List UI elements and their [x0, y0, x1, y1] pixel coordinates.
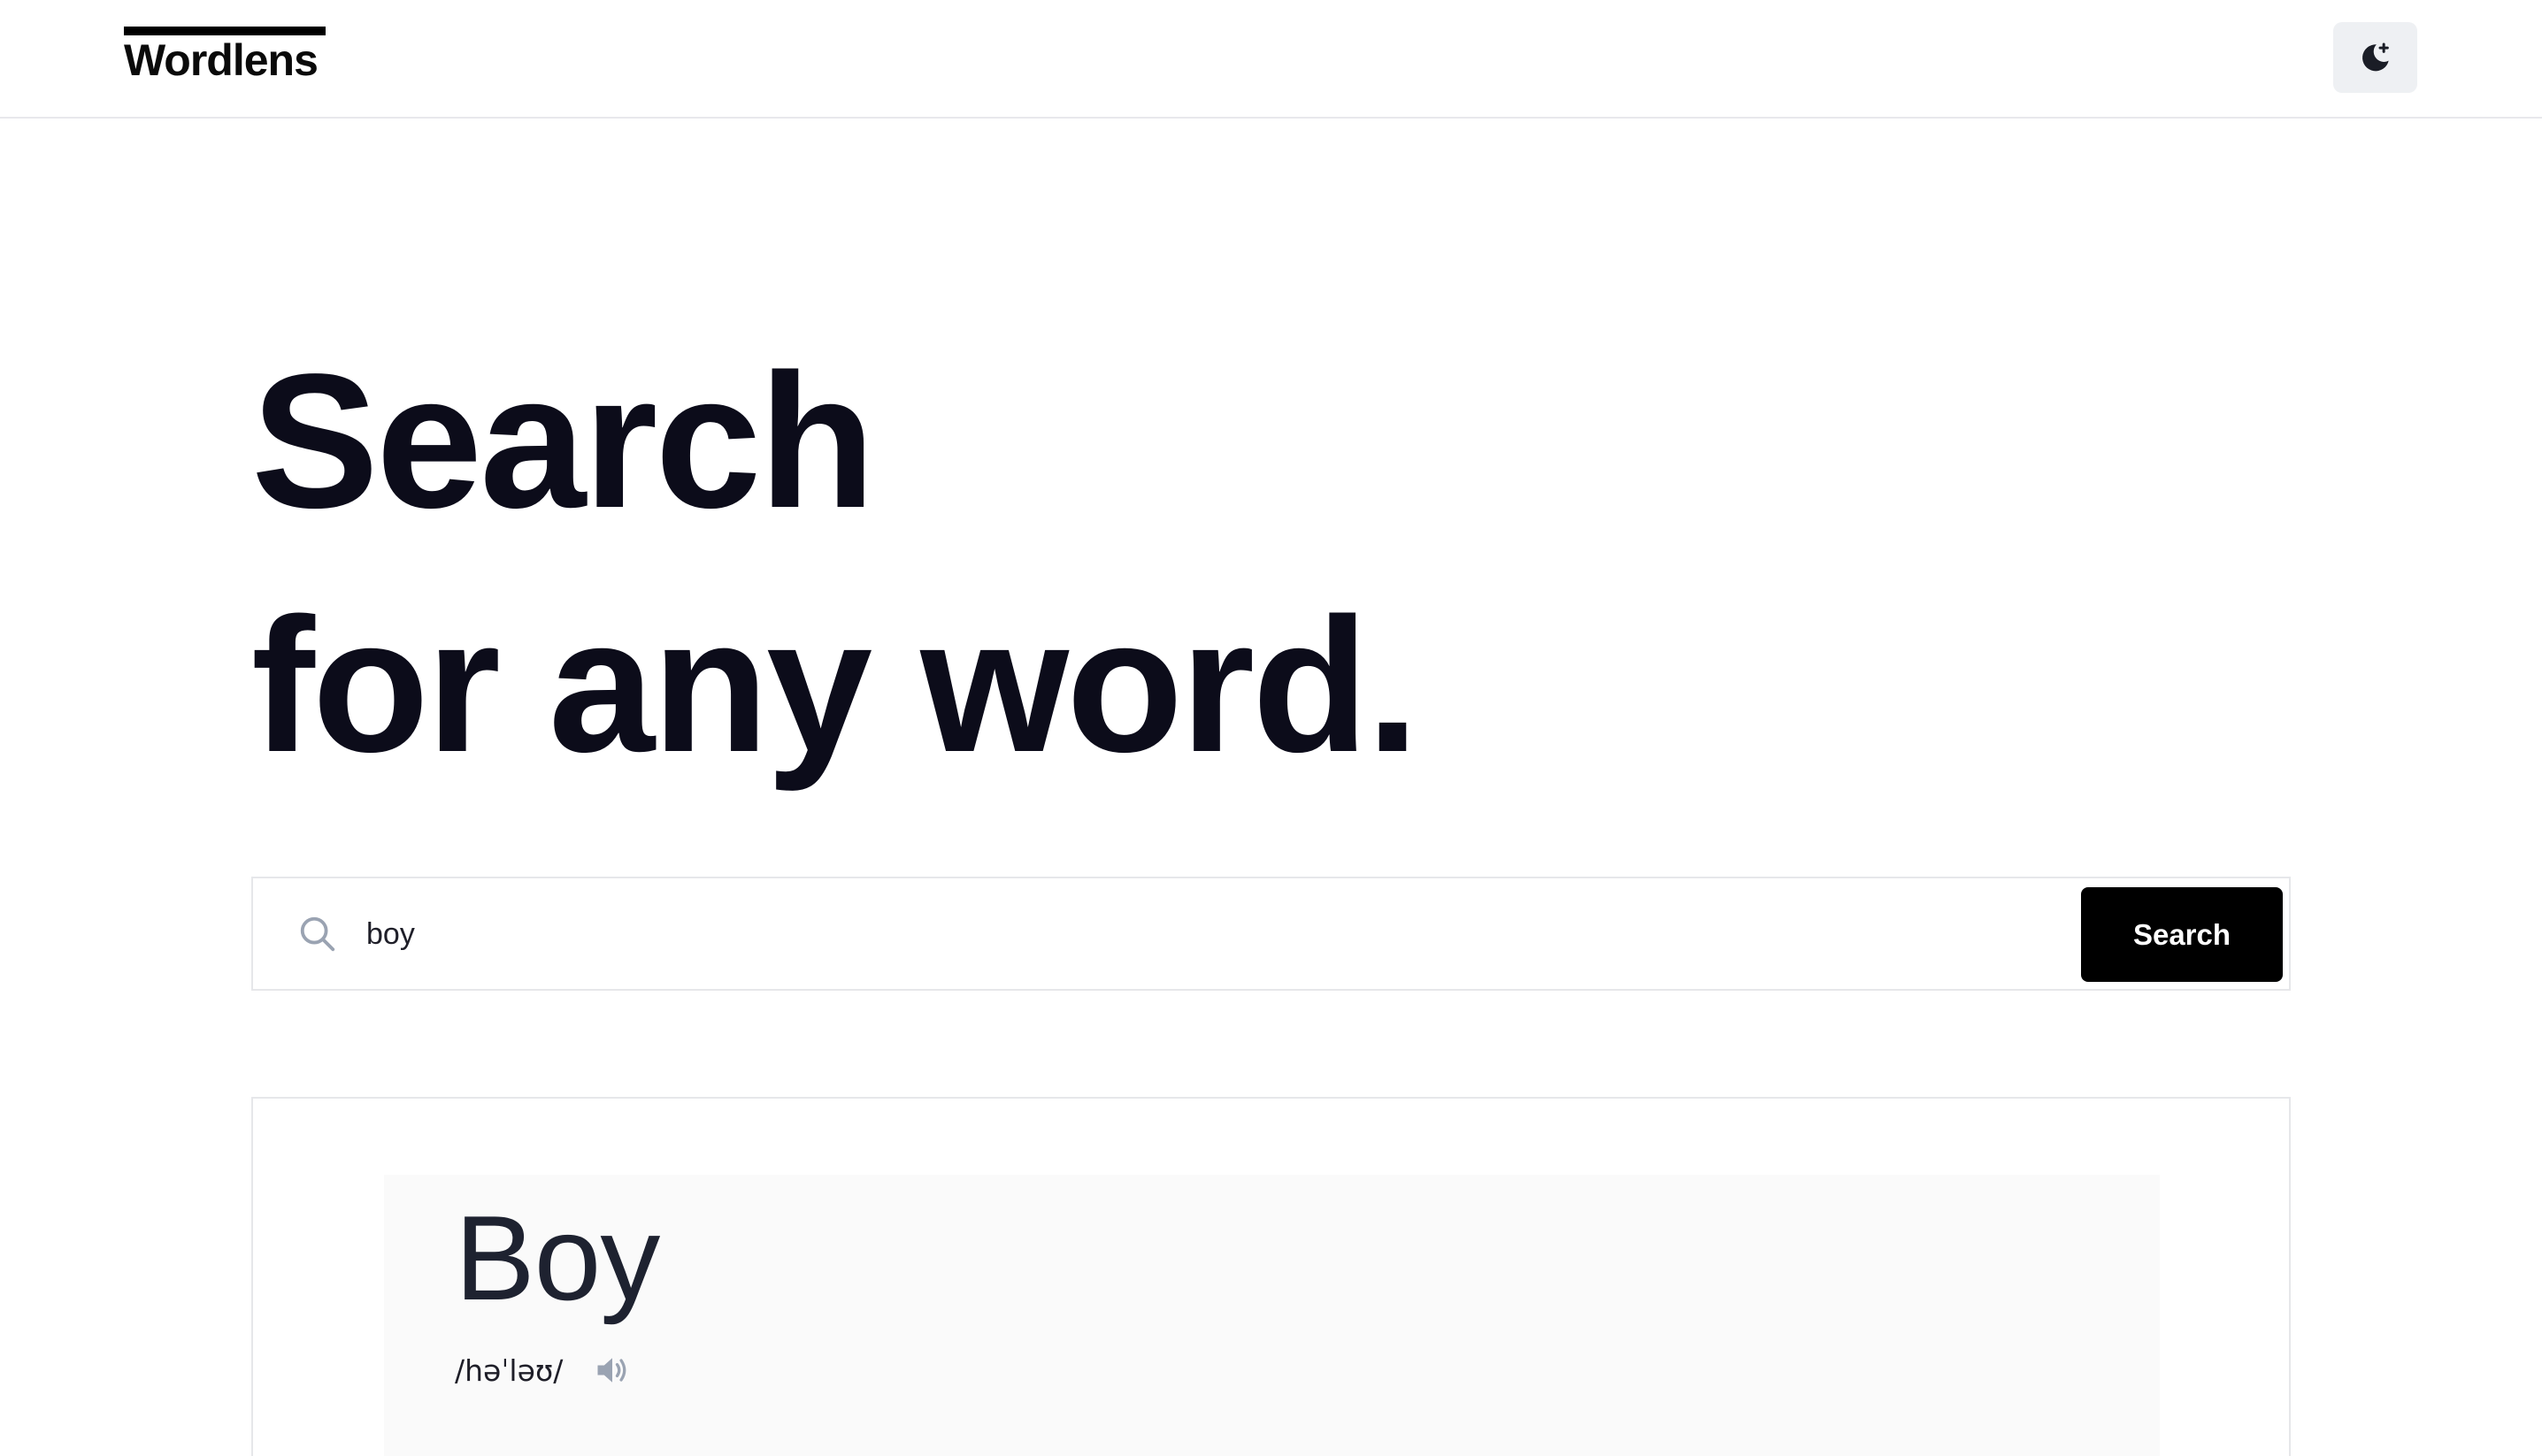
- phonetic-row: /həˈləʊ/: [455, 1348, 632, 1392]
- hero-line-1: Search: [251, 333, 875, 548]
- word-title: Boy: [455, 1191, 660, 1325]
- word-panel: Boy /həˈləʊ/: [384, 1175, 2160, 1456]
- result-card: Boy /həˈləʊ/: [251, 1097, 2291, 1456]
- search-button[interactable]: Search: [2081, 887, 2283, 982]
- logo-text: Wordlens: [124, 35, 319, 85]
- theme-toggle-button[interactable]: [2333, 22, 2417, 93]
- search-bar: Search: [251, 877, 2291, 991]
- logo[interactable]: Wordlens: [124, 27, 326, 88]
- search-icon: [300, 916, 335, 952]
- phonetic-text: /həˈləʊ/: [455, 1353, 564, 1388]
- moon-sparkle-icon: [2362, 42, 2389, 72]
- hero-heading: Search for any word.: [251, 318, 1419, 807]
- top-header: Wordlens: [0, 0, 2542, 119]
- hero-line-2: for any word.: [251, 578, 1419, 792]
- speaker-icon[interactable]: [593, 1351, 632, 1390]
- search-input[interactable]: [366, 896, 2136, 972]
- page: Wordlens Search for any word. Search Boy…: [0, 0, 2542, 1456]
